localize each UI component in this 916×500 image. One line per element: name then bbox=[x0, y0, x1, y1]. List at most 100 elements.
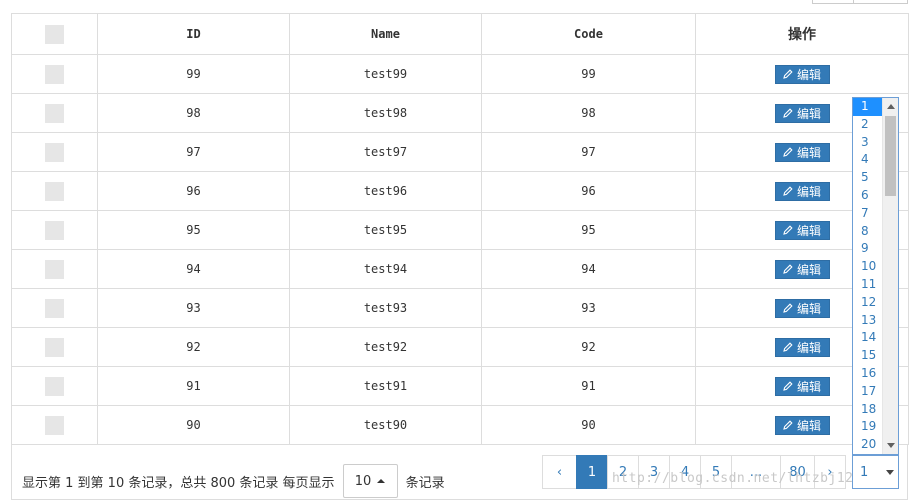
page-link-4[interactable]: 4 bbox=[669, 455, 701, 489]
page-option[interactable]: 6 bbox=[853, 187, 882, 205]
dropdown-scrollbar[interactable] bbox=[882, 98, 898, 454]
edit-button[interactable]: 编辑 bbox=[774, 181, 830, 201]
row-id: 99 bbox=[97, 54, 290, 94]
row-name: test91 bbox=[289, 366, 482, 406]
row-checkbox[interactable] bbox=[45, 298, 64, 318]
row-select-cell[interactable] bbox=[11, 171, 98, 211]
page-option[interactable]: 3 bbox=[853, 134, 882, 152]
table-row[interactable]: 96 test96 96 编辑 bbox=[11, 171, 909, 211]
page-option[interactable]: 5 bbox=[853, 169, 882, 187]
page-option[interactable]: 15 bbox=[853, 347, 882, 365]
header-name[interactable]: Name bbox=[289, 13, 482, 55]
edit-button[interactable]: 编辑 bbox=[774, 103, 830, 123]
row-checkbox[interactable] bbox=[45, 220, 64, 240]
pencil-icon bbox=[783, 108, 793, 118]
row-select-cell[interactable] bbox=[11, 405, 98, 445]
table-row[interactable]: 98 test98 98 编辑 bbox=[11, 93, 909, 133]
table-row[interactable]: 99 test99 99 编辑 bbox=[11, 54, 909, 94]
edit-button[interactable]: 编辑 bbox=[774, 259, 830, 279]
page-option[interactable]: 2 bbox=[853, 116, 882, 134]
page-option[interactable]: 20 bbox=[853, 436, 882, 454]
row-select-cell[interactable] bbox=[11, 210, 98, 250]
row-code: 91 bbox=[481, 366, 696, 406]
row-code: 90 bbox=[481, 405, 696, 445]
row-select-cell[interactable] bbox=[11, 54, 98, 94]
row-checkbox[interactable] bbox=[45, 103, 64, 123]
page-link-5[interactable]: 5 bbox=[700, 455, 732, 489]
page-link-last[interactable]: 80 bbox=[780, 455, 815, 489]
table-row[interactable]: 92 test92 92 编辑 bbox=[11, 327, 909, 367]
page-option[interactable]: 17 bbox=[853, 383, 882, 401]
row-id: 94 bbox=[97, 249, 290, 289]
page-option[interactable]: 11 bbox=[853, 276, 882, 294]
table-row[interactable]: 90 test90 90 编辑 bbox=[11, 405, 909, 445]
row-checkbox[interactable] bbox=[45, 259, 64, 279]
caret-up-icon bbox=[377, 479, 386, 483]
table-row[interactable]: 94 test94 94 编辑 bbox=[11, 249, 909, 289]
pencil-icon bbox=[783, 342, 793, 352]
row-select-cell[interactable] bbox=[11, 249, 98, 289]
page-option[interactable]: 4 bbox=[853, 151, 882, 169]
page-option[interactable]: 16 bbox=[853, 365, 882, 383]
edit-button[interactable]: 编辑 bbox=[774, 415, 830, 435]
table-row[interactable]: 95 test95 95 编辑 bbox=[11, 210, 909, 250]
row-code: 93 bbox=[481, 288, 696, 328]
page-option[interactable]: 13 bbox=[853, 312, 882, 330]
page-option[interactable]: 1 bbox=[853, 98, 882, 116]
page-option[interactable]: 18 bbox=[853, 401, 882, 419]
page-size-select[interactable]: 10 bbox=[342, 464, 398, 498]
page-option[interactable]: 19 bbox=[853, 418, 882, 436]
pencil-icon bbox=[783, 69, 793, 79]
edit-label: 编辑 bbox=[796, 418, 821, 433]
row-name: test99 bbox=[289, 54, 482, 94]
header-code[interactable]: Code bbox=[481, 13, 696, 55]
row-checkbox[interactable] bbox=[45, 64, 64, 84]
edit-button[interactable]: 编辑 bbox=[774, 64, 830, 84]
row-checkbox[interactable] bbox=[45, 142, 64, 162]
row-id: 97 bbox=[97, 132, 290, 172]
page-option[interactable]: 14 bbox=[853, 329, 882, 347]
row-checkbox[interactable] bbox=[45, 337, 64, 357]
edit-button[interactable]: 编辑 bbox=[774, 220, 830, 240]
page-option[interactable]: 8 bbox=[853, 223, 882, 241]
header-select-all[interactable] bbox=[11, 13, 98, 55]
scroll-up-icon[interactable] bbox=[887, 104, 895, 109]
scroll-thumb[interactable] bbox=[885, 116, 896, 196]
row-select-cell[interactable] bbox=[11, 327, 98, 367]
select-all-checkbox[interactable] bbox=[45, 24, 64, 44]
page-jump-dropdown[interactable]: 1 2 3 4 5 6 7 8 9 10 11 12 13 14 15 16 17 18 19 20 bbox=[852, 97, 899, 455]
row-code: 94 bbox=[481, 249, 696, 289]
page-link-1[interactable]: 1 bbox=[576, 455, 608, 489]
edit-button[interactable]: 编辑 bbox=[774, 142, 830, 162]
row-name: test93 bbox=[289, 288, 482, 328]
table-row[interactable]: 93 test93 93 编辑 bbox=[11, 288, 909, 328]
row-checkbox[interactable] bbox=[45, 181, 64, 201]
page-jump-select[interactable]: 1 bbox=[852, 455, 899, 489]
edit-button[interactable]: 编辑 bbox=[774, 376, 830, 396]
row-code: 99 bbox=[481, 54, 696, 94]
page-option[interactable]: 12 bbox=[853, 294, 882, 312]
chevron-down-icon bbox=[886, 470, 894, 475]
scroll-down-icon[interactable] bbox=[887, 443, 895, 448]
row-select-cell[interactable] bbox=[11, 93, 98, 133]
data-table: ID Name Code 操作 99 test99 99 编辑 98 test98 98 编辑… bbox=[11, 13, 909, 445]
row-select-cell[interactable] bbox=[11, 132, 98, 172]
header-id[interactable]: ID bbox=[97, 13, 290, 55]
edit-label: 编辑 bbox=[796, 340, 821, 355]
edit-button[interactable]: 编辑 bbox=[774, 337, 830, 357]
toolbar-remnant bbox=[812, 0, 908, 4]
page-link-2[interactable]: 2 bbox=[607, 455, 639, 489]
page-option[interactable]: 10 bbox=[853, 258, 882, 276]
row-select-cell[interactable] bbox=[11, 288, 98, 328]
row-checkbox[interactable] bbox=[45, 376, 64, 396]
page-option[interactable]: 9 bbox=[853, 240, 882, 258]
table-row[interactable]: 91 test91 91 编辑 bbox=[11, 366, 909, 406]
edit-button[interactable]: 编辑 bbox=[774, 298, 830, 318]
page-link-3[interactable]: 3 bbox=[638, 455, 670, 489]
pagination-prev[interactable]: ‹ bbox=[542, 455, 577, 489]
pagination-next[interactable]: › bbox=[814, 455, 846, 489]
row-checkbox[interactable] bbox=[45, 415, 64, 435]
row-select-cell[interactable] bbox=[11, 366, 98, 406]
page-option[interactable]: 7 bbox=[853, 205, 882, 223]
table-row[interactable]: 97 test97 97 编辑 bbox=[11, 132, 909, 172]
